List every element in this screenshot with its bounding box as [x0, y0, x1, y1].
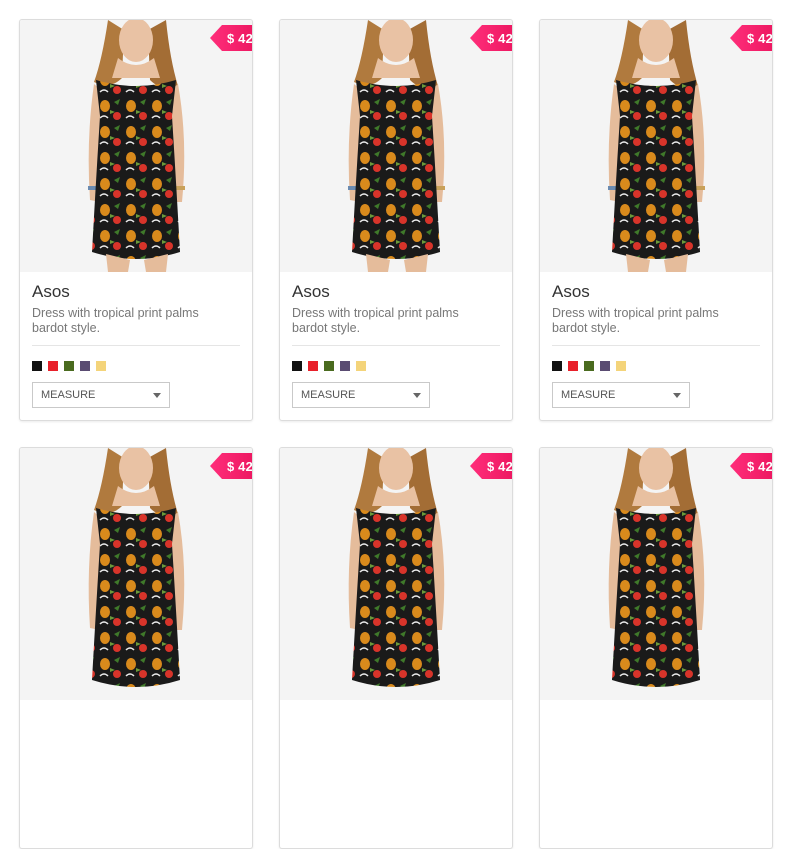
model-in-floral-dress-image	[540, 448, 772, 700]
product-image[interactable]: $ 42	[20, 20, 252, 272]
product-image[interactable]: $ 42	[20, 448, 252, 700]
measure-select-label: MEASURE	[301, 389, 356, 401]
product-image[interactable]: $ 42	[280, 20, 512, 272]
product-brand[interactable]: Asos	[292, 282, 330, 302]
measure-select[interactable]: MEASURE	[552, 382, 690, 408]
color-swatch-black[interactable]	[292, 361, 302, 371]
color-swatch-black[interactable]	[552, 361, 562, 371]
product-card[interactable]: $ 42 Asos Dress with tropical print palm…	[279, 19, 513, 421]
model-in-floral-dress-image	[540, 20, 772, 272]
product-image[interactable]: $ 42	[540, 20, 772, 272]
model-in-floral-dress-image	[20, 20, 252, 272]
color-swatch-red[interactable]	[568, 361, 578, 371]
measure-select-label: MEASURE	[41, 389, 96, 401]
product-card[interactable]: $ 42	[279, 447, 513, 849]
product-brand[interactable]: Asos	[552, 282, 590, 302]
color-swatches	[32, 361, 106, 371]
measure-select[interactable]: MEASURE	[292, 382, 430, 408]
divider	[292, 345, 500, 346]
model-in-floral-dress-image	[20, 448, 252, 700]
measure-select-label: MEASURE	[561, 389, 616, 401]
product-card[interactable]: $ 42	[19, 447, 253, 849]
color-swatch-green[interactable]	[584, 361, 594, 371]
product-image[interactable]: $ 42	[540, 448, 772, 700]
color-swatch-red[interactable]	[48, 361, 58, 371]
product-grid: $ 42 Asos Dress with tropical print palm…	[0, 0, 800, 849]
divider	[32, 345, 240, 346]
product-card[interactable]: $ 42	[539, 447, 773, 849]
color-swatch-green[interactable]	[324, 361, 334, 371]
model-in-floral-dress-image	[280, 20, 512, 272]
product-card[interactable]: $ 42 Asos Dress with tropical print palm…	[539, 19, 773, 421]
product-image[interactable]: $ 42	[280, 448, 512, 700]
color-swatch-black[interactable]	[32, 361, 42, 371]
color-swatches	[552, 361, 626, 371]
product-description: Dress with tropical print palms bardot s…	[292, 306, 459, 335]
chevron-down-icon	[673, 393, 681, 398]
model-in-floral-dress-image	[280, 448, 512, 700]
color-swatch-yellow[interactable]	[96, 361, 106, 371]
color-swatch-yellow[interactable]	[616, 361, 626, 371]
color-swatch-yellow[interactable]	[356, 361, 366, 371]
color-swatch-purple[interactable]	[80, 361, 90, 371]
measure-select[interactable]: MEASURE	[32, 382, 170, 408]
chevron-down-icon	[153, 393, 161, 398]
color-swatches	[292, 361, 366, 371]
color-swatch-green[interactable]	[64, 361, 74, 371]
chevron-down-icon	[413, 393, 421, 398]
product-brand[interactable]: Asos	[32, 282, 70, 302]
divider	[552, 345, 760, 346]
product-description: Dress with tropical print palms bardot s…	[552, 306, 719, 335]
color-swatch-red[interactable]	[308, 361, 318, 371]
product-description: Dress with tropical print palms bardot s…	[32, 306, 199, 335]
color-swatch-purple[interactable]	[340, 361, 350, 371]
color-swatch-purple[interactable]	[600, 361, 610, 371]
product-card[interactable]: $ 42 Asos Dress with tropical print palm…	[19, 19, 253, 421]
